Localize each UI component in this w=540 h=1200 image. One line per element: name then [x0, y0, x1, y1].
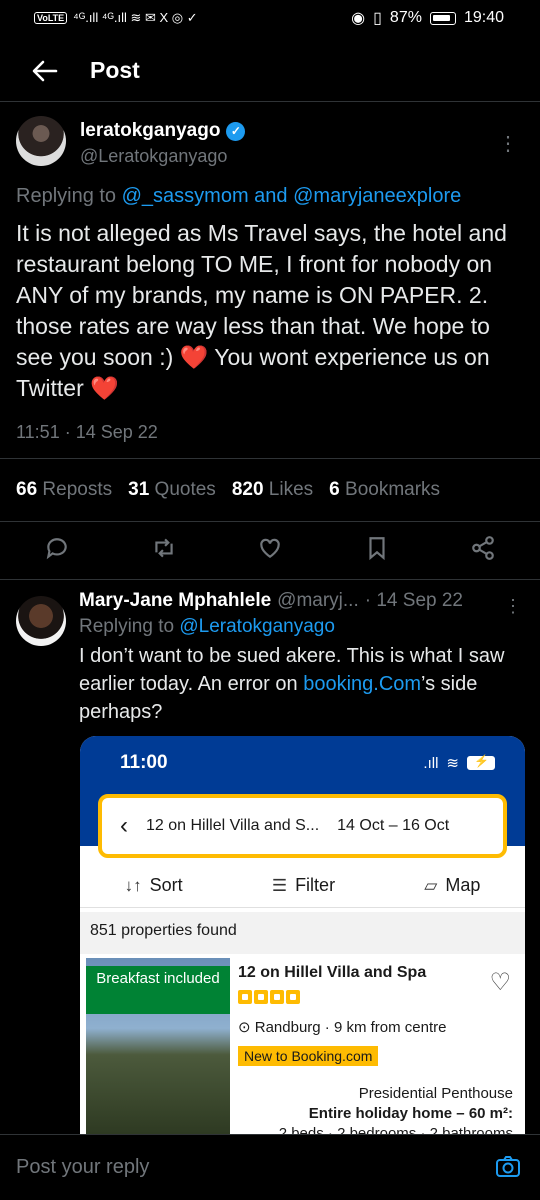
signal-icons: ⁴ᴳ.ıll ⁴ᴳ.ıll ≋ ✉ X ◎ ✓	[73, 10, 198, 25]
embed-chevron-left-icon: ‹	[120, 812, 128, 839]
embed-new-badge: New to Booking.com	[238, 1046, 379, 1066]
back-arrow-icon[interactable]	[0, 40, 90, 102]
red-heart-emoji-icon: ❤️	[179, 344, 209, 370]
embed-map: ▱ Map	[424, 875, 480, 896]
avatar[interactable]	[16, 596, 66, 646]
reply-author-handle[interactable]: @maryj...	[277, 590, 359, 612]
embed-star-rating	[238, 990, 300, 1004]
reply-body: Mary-Jane Mphahlele @maryj... · 14 Sep 2…	[79, 590, 524, 726]
page-header: Post	[0, 40, 540, 102]
reply-input[interactable]: Post your reply	[16, 1156, 494, 1179]
embed-battery-icon	[467, 754, 495, 770]
red-heart-emoji-icon: ❤️	[90, 375, 119, 401]
replying-and: and	[248, 185, 294, 207]
author-info: leratokganyago ✓ @Leratokganyago	[80, 120, 246, 167]
replying-to: Replying to @_sassymom and @maryjaneexpl…	[16, 185, 524, 208]
status-right: ◉ ▯ 87% 19:40	[351, 8, 504, 28]
status-left: VoLTE ⁴ᴳ.ıll ⁴ᴳ.ıll ≋ ✉ X ◎ ✓	[34, 10, 198, 26]
verified-badge-icon: ✓	[226, 121, 246, 141]
embed-room-info: Presidential Penthouse Entire holiday ho…	[279, 1084, 513, 1134]
embed-search-box: ‹ 12 on Hillel Villa and S... 14 Oct – 1…	[98, 794, 507, 858]
embed-location-text: Randburg · 9 km from centre	[254, 1019, 447, 1036]
reply-composer: Post your reply	[0, 1134, 540, 1200]
embed-breakfast-badge: Breakfast included	[86, 966, 230, 1014]
more-options-icon[interactable]: ⋮	[504, 596, 522, 617]
embed-room-details: 2 beds · 2 bedrooms · 2 bathrooms	[278, 1125, 513, 1134]
embed-pin-icon: ⊙	[238, 1019, 255, 1036]
embed-signal-icon: .ıll	[423, 754, 439, 772]
avatar[interactable]	[16, 116, 66, 166]
quotes-count: 31	[128, 479, 150, 500]
reply-date: · 14 Sep 22	[364, 590, 463, 611]
embed-time: 11:00	[120, 752, 168, 773]
embed-room-title: Presidential Penthouse	[358, 1085, 513, 1102]
reply-icon[interactable]	[44, 535, 70, 566]
author-row: leratokganyago ✓ @Leratokganyago	[16, 116, 524, 167]
share-icon[interactable]	[470, 535, 496, 566]
embed-search-text: 12 on Hillel Villa and S...	[146, 817, 320, 834]
bookmarks-stat[interactable]: 6 Bookmarks	[329, 479, 440, 501]
battery-icon	[429, 11, 456, 25]
filter-icon: ☰	[271, 876, 288, 895]
eye-icon: ◉	[351, 10, 366, 27]
author-handle[interactable]: @Leratokganyago	[80, 146, 245, 167]
quotes-label: Quotes	[154, 479, 216, 500]
reply-replying-to: Replying to @Leratokganyago	[79, 616, 524, 638]
embed-wifi-icon: ≋	[446, 755, 459, 772]
embed-sort: ↓↑ Sort	[125, 875, 183, 896]
bookmarks-count: 6	[329, 479, 340, 500]
post-text: It is not alleged as Ms Travel says, the…	[16, 218, 524, 404]
clock: 19:40	[463, 9, 504, 26]
bookmark-icon[interactable]	[364, 535, 390, 566]
volte-icon: VoLTE	[34, 12, 68, 24]
embed-results-count: 851 properties found	[80, 912, 525, 954]
reposts-label: Reposts	[42, 479, 113, 500]
like-heart-icon[interactable]	[257, 535, 283, 566]
more-options-icon[interactable]: ⋮	[498, 134, 518, 154]
likes-stat[interactable]: 820 Likes	[232, 479, 313, 501]
page-title: Post	[90, 57, 140, 83]
replying-link-2[interactable]: @maryjaneexplore	[293, 185, 461, 207]
embed-map-label: Map	[445, 875, 481, 895]
reply-author-name[interactable]: Mary-Jane Mphahlele	[79, 590, 271, 612]
embed-status-icons: .ıll ≋	[423, 754, 495, 772]
author-name[interactable]: leratokganyago	[80, 120, 220, 142]
reply-text: I don’t want to be sued akere. This is w…	[79, 642, 524, 726]
reply-replying-link[interactable]: @Leratokganyago	[179, 616, 335, 637]
embed-hotel-name: 12 on Hillel Villa and Spa	[238, 964, 427, 981]
embed-toolbar: ↓↑ Sort ☰ Filter ▱ Map	[80, 864, 525, 908]
sort-icon: ↓↑	[124, 876, 142, 895]
main-post: leratokganyago ✓ @Leratokganyago ⋮ Reply…	[0, 104, 540, 443]
reposts-stat[interactable]: 66 Reposts	[16, 479, 112, 501]
post-timestamp[interactable]: 11:51 · 14 Sep 22	[16, 422, 524, 443]
quotes-stat[interactable]: 31 Quotes	[128, 479, 216, 501]
likes-label: Likes	[268, 479, 314, 500]
embed-heart-icon: ♡	[489, 969, 511, 996]
reply-replying-prefix: Replying to	[79, 616, 180, 637]
embed-filter-label: Filter	[295, 875, 336, 895]
map-icon: ▱	[424, 876, 438, 895]
post-stats: 66 Reposts 31 Quotes 820 Likes 6 Bookmar…	[0, 458, 540, 522]
status-bar: VoLTE ⁴ᴳ.ıll ⁴ᴳ.ıll ≋ ✉ X ◎ ✓ ◉ ▯ 87% 19…	[0, 0, 540, 36]
embed-sort-label: Sort	[149, 875, 183, 895]
bookmarks-label: Bookmarks	[345, 479, 441, 500]
camera-icon[interactable]	[494, 1153, 524, 1183]
repost-icon[interactable]	[151, 535, 177, 566]
post-actions	[0, 522, 540, 580]
vibrate-icon: ▯	[373, 10, 382, 27]
author-name-row[interactable]: leratokganyago ✓	[80, 120, 246, 142]
embed-dates: 14 Oct – 16 Oct	[337, 817, 450, 834]
booking-link[interactable]: booking.Com	[303, 673, 421, 695]
attached-image[interactable]: 11:00 .ıll ≋ ‹ 12 on Hillel Villa and S.…	[80, 736, 525, 1134]
reply-header: Mary-Jane Mphahlele @maryj... · 14 Sep 2…	[79, 590, 524, 612]
embed-room-type: Entire holiday home – 60 m²:	[308, 1105, 513, 1122]
replying-link-1[interactable]: @_sassymom	[122, 185, 249, 207]
embed-filter: ☰ Filter	[272, 875, 335, 896]
embed-location: ⊙ Randburg · 9 km from centre	[238, 1018, 447, 1036]
reposts-count: 66	[16, 479, 38, 500]
likes-count: 820	[231, 479, 264, 500]
battery-percent: 87%	[389, 9, 422, 26]
embed-property-card: Breakfast included 12 on Hillel Villa an…	[86, 958, 519, 1134]
replying-prefix: Replying to	[16, 185, 122, 207]
